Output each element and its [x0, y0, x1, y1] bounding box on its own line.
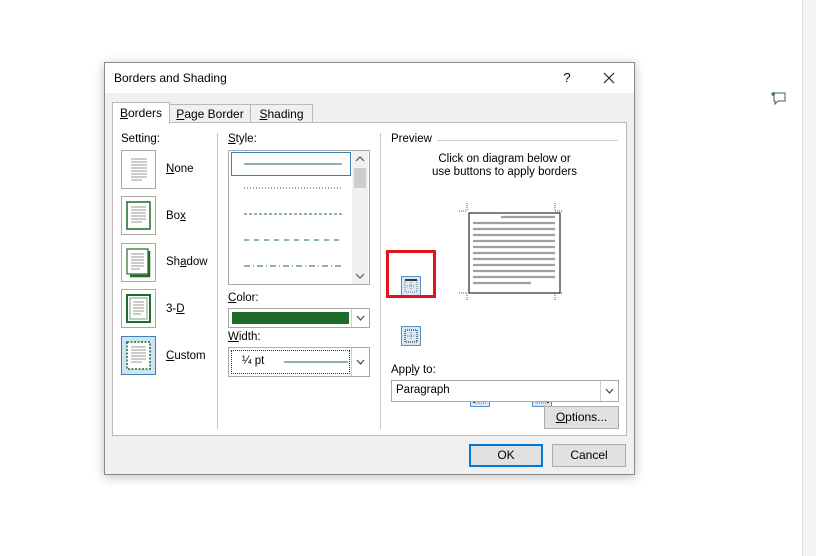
setting-shadow-label: Shadow [166, 256, 208, 268]
setting-custom-label: Custom [166, 350, 206, 362]
chevron-down-icon [605, 388, 614, 394]
style-item-solid[interactable] [231, 152, 351, 176]
width-line-preview [284, 361, 348, 363]
style-item-dashed-large[interactable] [232, 229, 350, 251]
apply-to-label: Apply to: [391, 364, 436, 376]
cancel-button[interactable]: Cancel [552, 444, 626, 467]
dialog-titlebar: Borders and Shading ? [105, 63, 634, 93]
setting-custom-button[interactable] [121, 336, 156, 375]
width-value: ¼ pt [242, 355, 265, 367]
tab-page-border[interactable]: Page Border [169, 104, 251, 123]
setting-box-label: Box [166, 210, 186, 222]
inside-horizontal-border-button[interactable] [401, 326, 421, 346]
help-button[interactable]: ? [557, 68, 577, 88]
chevron-down-icon [356, 315, 365, 321]
document-scrollbar[interactable] [802, 0, 816, 556]
tab-borders[interactable]: Borders [112, 102, 170, 124]
setting-none-button[interactable] [121, 150, 156, 189]
color-swatch [232, 312, 349, 324]
inside-horizontal-border-icon [404, 329, 418, 343]
style-label: Style: [228, 133, 257, 145]
options-button[interactable]: Options... [544, 406, 619, 429]
setting-box-icon [126, 201, 151, 230]
preview-instructions: Click on diagram below or use buttons to… [431, 153, 578, 178]
close-icon[interactable] [599, 68, 619, 88]
style-item-dotted[interactable] [232, 177, 350, 199]
setting-custom-icon [126, 341, 151, 370]
borders-and-shading-dialog: Borders and Shading ? Borders Page Borde… [104, 62, 635, 475]
color-dropdown[interactable] [228, 308, 370, 328]
separator-left [217, 133, 218, 429]
setting-label: Setting: [121, 133, 160, 145]
setting-shadow-icon [126, 248, 151, 278]
apply-to-dropdown[interactable]: Paragraph [391, 380, 619, 402]
setting-3d-label: 3-D [166, 303, 185, 315]
preview-label: Preview [391, 133, 432, 145]
style-list[interactable] [228, 150, 370, 285]
setting-3d-icon [126, 294, 151, 323]
style-list-scrollbar[interactable] [352, 151, 368, 284]
chevron-down-icon [356, 359, 365, 365]
borders-tab-panel: Setting: None Box Shadow 3-D Custom Styl… [112, 122, 627, 436]
apply-to-value: Paragraph [396, 384, 450, 396]
width-label: Width: [228, 331, 261, 343]
setting-shadow-button[interactable] [121, 243, 156, 282]
new-comment-icon[interactable] [770, 90, 786, 106]
preview-rule [437, 140, 618, 141]
separator-right [380, 133, 381, 429]
tab-shading[interactable]: Shading [250, 104, 313, 123]
style-item-dashed-small[interactable] [232, 203, 350, 225]
setting-none-icon [131, 158, 147, 181]
style-item-dash-dot[interactable] [232, 255, 350, 277]
highlight-box [386, 250, 436, 298]
scroll-down-icon[interactable] [352, 268, 368, 284]
width-dropdown[interactable]: ¼ pt [228, 347, 370, 377]
dialog-title: Borders and Shading [114, 71, 227, 85]
setting-box-button[interactable] [121, 196, 156, 235]
setting-3d-button[interactable] [121, 289, 156, 328]
color-label: Color: [228, 292, 259, 304]
ok-button[interactable]: OK [469, 444, 543, 467]
scroll-thumb[interactable] [354, 168, 366, 188]
scroll-up-icon[interactable] [352, 151, 368, 167]
preview-diagram[interactable] [453, 203, 569, 301]
setting-none-label: None [166, 163, 194, 175]
